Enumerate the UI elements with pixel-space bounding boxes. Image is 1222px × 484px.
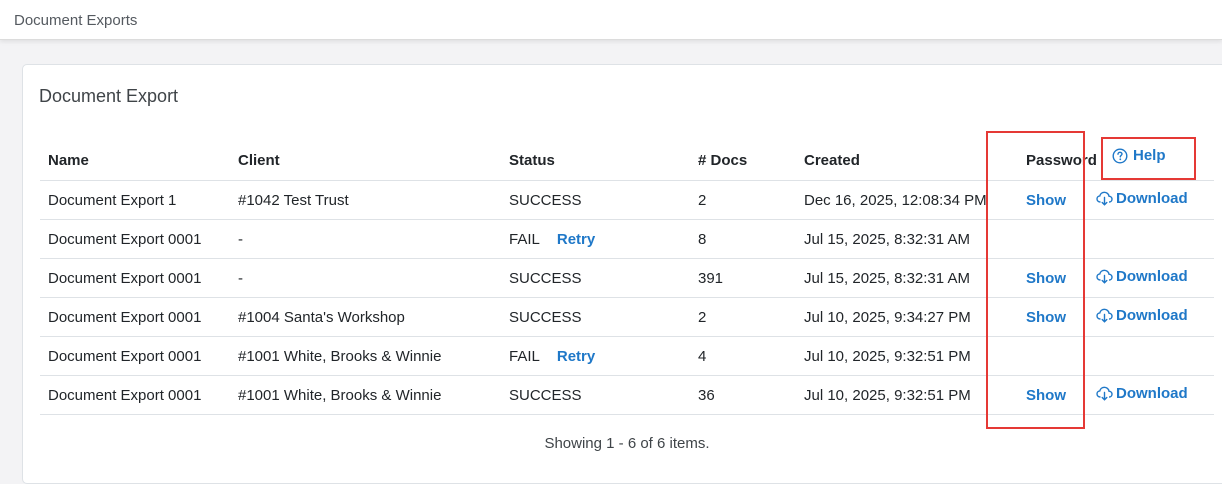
table-row: Document Export 0001 - SUCCESS 391 Jul 1…: [40, 258, 1214, 298]
cell-name: Document Export 1: [40, 180, 230, 220]
cell-created: Jul 15, 2025, 8:32:31 AM: [796, 258, 1002, 298]
cell-password: Show: [1002, 297, 1080, 337]
question-circle-icon: [1112, 148, 1128, 164]
help-link[interactable]: Help: [1112, 147, 1166, 164]
download-label: Download: [1116, 307, 1188, 324]
cell-download: Download: [1080, 375, 1214, 415]
cell-docs: 2: [690, 180, 796, 220]
cell-download: Download: [1080, 180, 1214, 220]
document-export-card: Document Export Name Client Status # Doc…: [22, 64, 1222, 484]
cell-password: Show: [1002, 180, 1080, 220]
cloud-download-icon: [1096, 269, 1113, 284]
cell-client: #1001 White, Brooks & Winnie: [230, 336, 501, 376]
card-title: Document Export: [39, 86, 179, 106]
table-row: Document Export 0001 - FAIL Retry 8 Jul 1…: [40, 219, 1214, 259]
exports-table: Name Client Status # Docs Created Passwo…: [40, 141, 1214, 415]
download-label: Download: [1116, 268, 1188, 285]
column-header-password: Password: [1002, 141, 1097, 181]
cell-password: [1002, 219, 1080, 259]
cell-status: SUCCESS: [501, 258, 690, 298]
column-header-docs: # Docs: [690, 141, 796, 181]
cell-name: Document Export 0001: [40, 258, 230, 298]
column-header-status: Status: [501, 141, 690, 181]
status-text: SUCCESS: [509, 308, 582, 326]
cell-name: Document Export 0001: [40, 297, 230, 337]
cloud-download-icon: [1096, 308, 1113, 323]
retry-link[interactable]: Retry: [557, 231, 595, 248]
retry-link[interactable]: Retry: [557, 348, 595, 365]
cell-created: Jul 10, 2025, 9:34:27 PM: [796, 297, 1002, 337]
top-bar: Document Exports: [0, 0, 1222, 40]
breadcrumb: Document Exports: [14, 12, 138, 29]
download-link[interactable]: Download: [1096, 190, 1188, 207]
cell-password: [1002, 336, 1080, 376]
cell-docs: 8: [690, 219, 796, 259]
cell-name: Document Export 0001: [40, 219, 230, 259]
cell-password: Show: [1002, 258, 1080, 298]
download-link[interactable]: Download: [1096, 385, 1188, 402]
cell-download: [1080, 336, 1214, 376]
cell-created: Dec 16, 2025, 12:08:34 PM: [796, 180, 1002, 220]
cell-created: Jul 10, 2025, 9:32:51 PM: [796, 375, 1002, 415]
cell-created: Jul 10, 2025, 9:32:51 PM: [796, 336, 1002, 376]
column-header-help: Help: [1080, 141, 1214, 181]
show-password-link[interactable]: Show: [1026, 192, 1066, 209]
table-row: Document Export 0001 #1001 White, Brooks…: [40, 375, 1214, 415]
download-link[interactable]: Download: [1096, 307, 1188, 324]
help-label: Help: [1133, 147, 1166, 165]
cell-status: FAIL Retry: [501, 336, 690, 376]
cell-client: #1004 Santa's Workshop: [230, 297, 501, 337]
cell-client: -: [230, 258, 501, 298]
cloud-download-icon: [1096, 386, 1113, 401]
table-row: Document Export 0001 #1001 White, Brooks…: [40, 336, 1214, 376]
cell-password: Show: [1002, 375, 1080, 415]
table-row: Document Export 1 #1042 Test Trust SUCCE…: [40, 180, 1214, 220]
cell-docs: 4: [690, 336, 796, 376]
cell-status: SUCCESS: [501, 375, 690, 415]
pagination-summary: Showing 1 - 6 of 6 items.: [544, 435, 710, 452]
cell-name: Document Export 0001: [40, 375, 230, 415]
cell-client: -: [230, 219, 501, 259]
cell-status: SUCCESS: [501, 297, 690, 337]
table-header-row: Name Client Status # Docs Created Passwo…: [40, 141, 1214, 181]
show-password-link[interactable]: Show: [1026, 309, 1066, 326]
status-text: SUCCESS: [509, 191, 582, 209]
status-text: FAIL: [509, 347, 540, 365]
show-password-link[interactable]: Show: [1026, 387, 1066, 404]
cell-client: #1001 White, Brooks & Winnie: [230, 375, 501, 415]
download-label: Download: [1116, 385, 1188, 402]
cell-client: #1042 Test Trust: [230, 180, 501, 220]
status-text: SUCCESS: [509, 269, 582, 287]
column-header-created: Created: [796, 141, 1002, 181]
cell-docs: 36: [690, 375, 796, 415]
cloud-download-icon: [1096, 191, 1113, 206]
cell-download: Download: [1080, 297, 1214, 337]
status-text: FAIL: [509, 230, 540, 248]
cell-download: Download: [1080, 258, 1214, 298]
cell-docs: 391: [690, 258, 796, 298]
show-password-link[interactable]: Show: [1026, 270, 1066, 287]
cell-status: FAIL Retry: [501, 219, 690, 259]
cell-name: Document Export 0001: [40, 336, 230, 376]
cell-created: Jul 15, 2025, 8:32:31 AM: [796, 219, 1002, 259]
download-link[interactable]: Download: [1096, 268, 1188, 285]
cell-download: [1080, 219, 1214, 259]
table-row: Document Export 0001 #1004 Santa's Works…: [40, 297, 1214, 337]
column-header-name: Name: [40, 141, 230, 181]
status-text: SUCCESS: [509, 386, 582, 404]
column-header-client: Client: [230, 141, 501, 181]
cell-status: SUCCESS: [501, 180, 690, 220]
download-label: Download: [1116, 190, 1188, 207]
cell-docs: 2: [690, 297, 796, 337]
